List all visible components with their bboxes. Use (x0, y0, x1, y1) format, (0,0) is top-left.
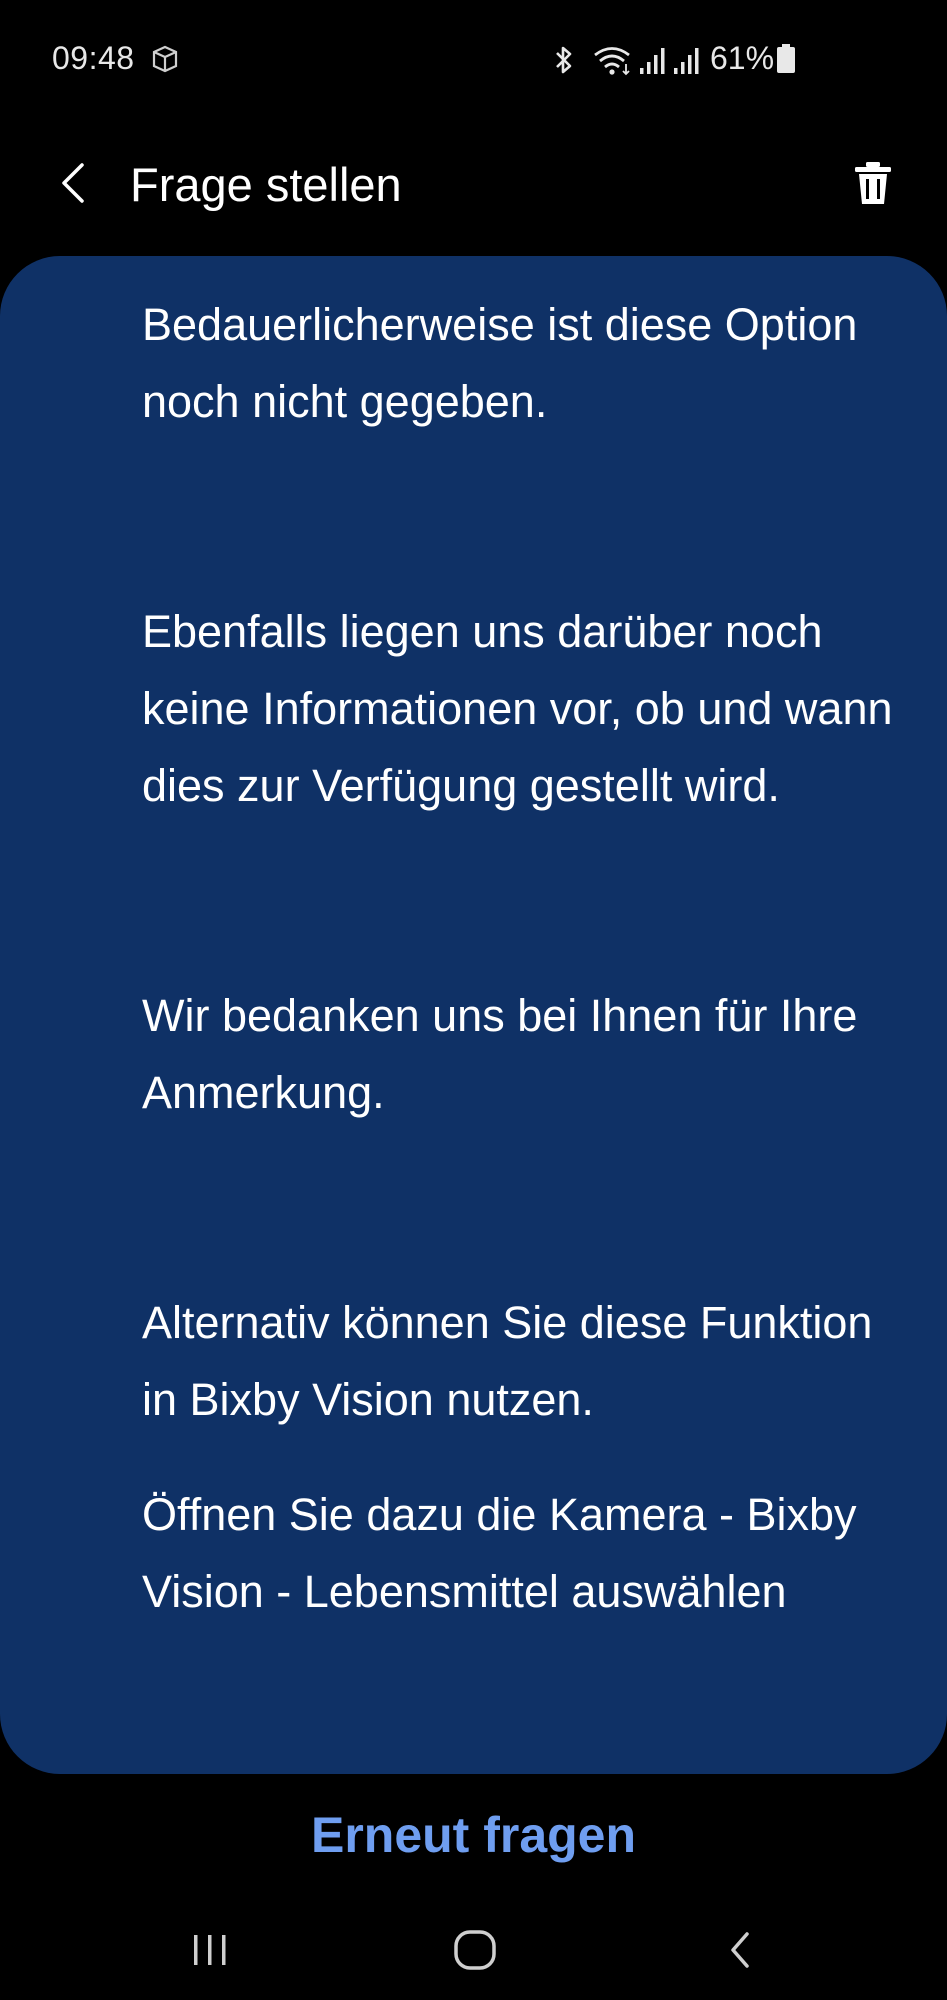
trash-icon (855, 162, 891, 204)
home-icon (454, 1930, 496, 1970)
answer-text: Bedauerlicherweise ist diese Option noch… (142, 286, 902, 1630)
cube-icon (152, 45, 178, 73)
signal-icon (674, 48, 699, 74)
recents-button[interactable] (170, 1920, 250, 1980)
answer-paragraph: Alternativ können Sie diese Funktion in … (142, 1297, 873, 1425)
battery-icon (777, 44, 795, 73)
answer-card: Bedauerlicherweise ist diese Option noch… (0, 256, 947, 1774)
page-title: Frage stellen (130, 158, 402, 211)
bluetooth-icon (556, 46, 572, 74)
delete-button[interactable] (846, 138, 900, 228)
battery-percent: 61% (710, 40, 775, 76)
answer-paragraph: Bedauerlicherweise ist diese Option noch… (142, 299, 858, 427)
status-bar: 09:48 61% (0, 0, 947, 120)
signal-icon (640, 48, 665, 74)
recents-icon (194, 1935, 226, 1965)
wifi-icon (594, 47, 630, 76)
answer-paragraph: Wir bedanken uns bei Ihnen für Ihre Anme… (142, 990, 858, 1118)
nav-back-button[interactable] (700, 1920, 780, 1980)
chevron-left-icon (62, 163, 84, 203)
back-button[interactable] (48, 138, 98, 228)
status-time: 09:48 (52, 40, 135, 76)
back-icon (731, 1932, 749, 1968)
navigation-bar (0, 1900, 947, 2000)
answer-paragraph: Ebenfalls liegen uns darüber noch keine … (142, 606, 893, 811)
answer-paragraph: Öffnen Sie dazu die Kamera - Bixby Visio… (142, 1489, 857, 1617)
ask-again-button[interactable]: Erneut fragen (0, 1800, 947, 1870)
app-header: Frage stellen (0, 120, 947, 250)
home-button[interactable] (435, 1920, 515, 1980)
